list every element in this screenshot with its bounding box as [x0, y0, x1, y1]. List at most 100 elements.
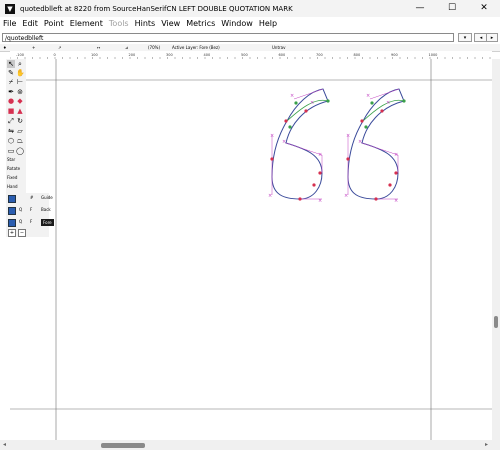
fontforge-icon: ▼	[5, 3, 15, 14]
zoom-readout: (70%)	[148, 45, 161, 50]
menu-window[interactable]: Window	[218, 17, 256, 30]
ruler-icon[interactable]: ⊢	[16, 78, 24, 86]
horizontal-scrollbar[interactable]	[0, 440, 500, 450]
menu-help[interactable]: Help	[256, 17, 280, 30]
width-marker-icon: ↔	[97, 45, 101, 50]
window-title: quotedblleft at 8220 from SourceHanSerif…	[20, 4, 293, 13]
spiro-icon[interactable]: ⊚	[16, 88, 24, 96]
svg-text:×: ×	[394, 198, 398, 204]
glyph-name-field[interactable]: /quotedblleft	[2, 33, 454, 42]
title-bar: ▼ quotedblleft at 8220 from SourceHanSer…	[0, 0, 500, 17]
pointer-icon[interactable]: ↖	[7, 60, 15, 68]
minimize-button[interactable]: —	[404, 0, 436, 17]
scale-icon[interactable]: ⤢	[7, 117, 15, 125]
magnify-icon[interactable]: ⌕	[16, 60, 24, 68]
layer-type-marker: Q	[19, 207, 23, 212]
maximize-button[interactable]: ☐	[436, 0, 468, 17]
svg-text:×: ×	[386, 100, 390, 106]
right-quote-contour[interactable]: × × × × × × ×	[344, 88, 406, 204]
ruler-label: 200	[129, 53, 136, 57]
svg-text:×: ×	[394, 152, 398, 158]
layer-visible-checkbox[interactable]	[8, 195, 16, 203]
glyph-canvas[interactable]: × × × × × × × × × × × × × ×	[10, 59, 492, 440]
ruler-ticks: -100 0 100 200 300 400 500 600 700 800 900 1000	[10, 53, 491, 59]
menu-tools[interactable]: Tools	[106, 17, 132, 30]
left-quote-contour[interactable]: × × × × × × ×	[268, 88, 330, 204]
svg-text:×: ×	[366, 93, 370, 99]
scroll-right-icon[interactable]: ▸	[485, 441, 488, 448]
hand-option-label[interactable]: Hand	[7, 184, 18, 189]
layer-row-guide[interactable]: # Guide	[6, 193, 53, 204]
right-quote-control-handles[interactable]: × × × × × × ×	[344, 93, 398, 204]
rectangle-icon[interactable]: ▭	[7, 147, 15, 155]
ruler-label: 0	[54, 53, 56, 57]
ruler-label: 100	[91, 53, 98, 57]
layers-panel: # Guide Q F Back Q F Fore + −	[6, 193, 54, 237]
scroll-hand-icon[interactable]: ✋	[16, 69, 25, 77]
hv-curve-icon[interactable]: ◆	[16, 97, 24, 105]
right-quote-outline[interactable]	[347, 88, 405, 200]
scroll-left-icon[interactable]: ◂	[3, 441, 6, 448]
layer-label: Back	[41, 207, 51, 212]
remove-layer-button[interactable]: −	[18, 229, 26, 237]
ruler-label: 800	[354, 53, 361, 57]
svg-text:×: ×	[310, 100, 314, 106]
flip-icon[interactable]: ⇋	[7, 127, 15, 135]
svg-text:×: ×	[344, 193, 348, 199]
ruler-label: 900	[391, 53, 398, 57]
svg-text:×: ×	[358, 139, 362, 145]
baseline-marker-icon: ⊿	[125, 45, 129, 50]
cross-marker-icon: +	[32, 45, 36, 50]
active-layer-readout: Active Layer: Fore (Bez)	[172, 45, 220, 50]
layer-type-marker: #	[30, 195, 34, 200]
rotate-option-label[interactable]: Rotate	[7, 166, 20, 171]
add-layer-button[interactable]: +	[8, 229, 16, 237]
layer-label: Guide	[41, 195, 53, 200]
menu-element[interactable]: Element	[67, 17, 106, 30]
glyph-dropdown-button[interactable]: ▾	[458, 33, 472, 42]
menu-file[interactable]: File	[0, 17, 19, 30]
vertical-scrollbar[interactable]	[492, 59, 500, 440]
svg-text:×: ×	[318, 152, 322, 158]
rotate-icon[interactable]: ↻	[16, 117, 24, 125]
menu-hints[interactable]: Hints	[132, 17, 159, 30]
layer-visible-checkbox[interactable]	[8, 219, 16, 227]
horizontal-scroll-thumb[interactable]	[101, 443, 145, 448]
layer-row-fore[interactable]: Q F Fore	[6, 217, 54, 228]
curve-point-icon[interactable]: ●	[7, 97, 15, 105]
tangent-point-icon[interactable]: ▲	[16, 107, 24, 115]
glyph-outline-svg[interactable]: × × × × × × × × × × × × × ×	[10, 59, 492, 440]
left-quote-control-handles[interactable]: × × × × × × ×	[268, 93, 322, 204]
ruler-label: 500	[241, 53, 248, 57]
pen-icon[interactable]: ✒	[7, 88, 15, 96]
ruler-label: 600	[279, 53, 286, 57]
svg-text:×: ×	[282, 139, 286, 145]
svg-text:×: ×	[290, 93, 294, 99]
vertical-scroll-thumb[interactable]	[494, 316, 498, 328]
svg-text:×: ×	[346, 133, 350, 139]
freehand-icon[interactable]: ✎	[7, 69, 15, 77]
close-button[interactable]: ✕	[468, 0, 500, 17]
perspective-icon[interactable]: ⏢	[16, 137, 24, 145]
layer-type-marker-2: F	[30, 207, 33, 212]
3d-rotate-icon[interactable]: ⬡	[7, 137, 15, 145]
corner-point-icon[interactable]: ■	[7, 107, 15, 115]
tool-palette: ↖ ⌕ ✎ ✋ ⌿ ⊢ ✒ ⊚ ● ◆ ■ ▲ ⤢ ↻ ⇋ ▱ ⬡ ⏢ ▭ ◯ …	[6, 59, 26, 194]
pointer-marker-icon: ♦	[3, 45, 7, 50]
ellipse-icon[interactable]: ◯	[16, 147, 24, 155]
menu-point[interactable]: Point	[41, 17, 67, 30]
layer-label: Fore	[41, 219, 54, 226]
next-glyph-button[interactable]: ▸	[486, 33, 498, 42]
layer-visible-checkbox[interactable]	[8, 207, 16, 215]
layer-row-back[interactable]: Q F Back	[6, 205, 51, 216]
menu-edit[interactable]: Edit	[19, 17, 41, 30]
svg-text:×: ×	[268, 193, 272, 199]
window-controls: — ☐ ✕	[404, 0, 500, 17]
fixed-option-label[interactable]: Fixed	[7, 175, 17, 180]
menu-view[interactable]: View	[158, 17, 183, 30]
knife-icon[interactable]: ⌿	[7, 78, 15, 86]
skew-icon[interactable]: ▱	[16, 127, 24, 135]
left-quote-outline[interactable]	[271, 88, 329, 200]
star-option-label[interactable]: Star	[7, 157, 15, 162]
menu-metrics[interactable]: Metrics	[183, 17, 218, 30]
